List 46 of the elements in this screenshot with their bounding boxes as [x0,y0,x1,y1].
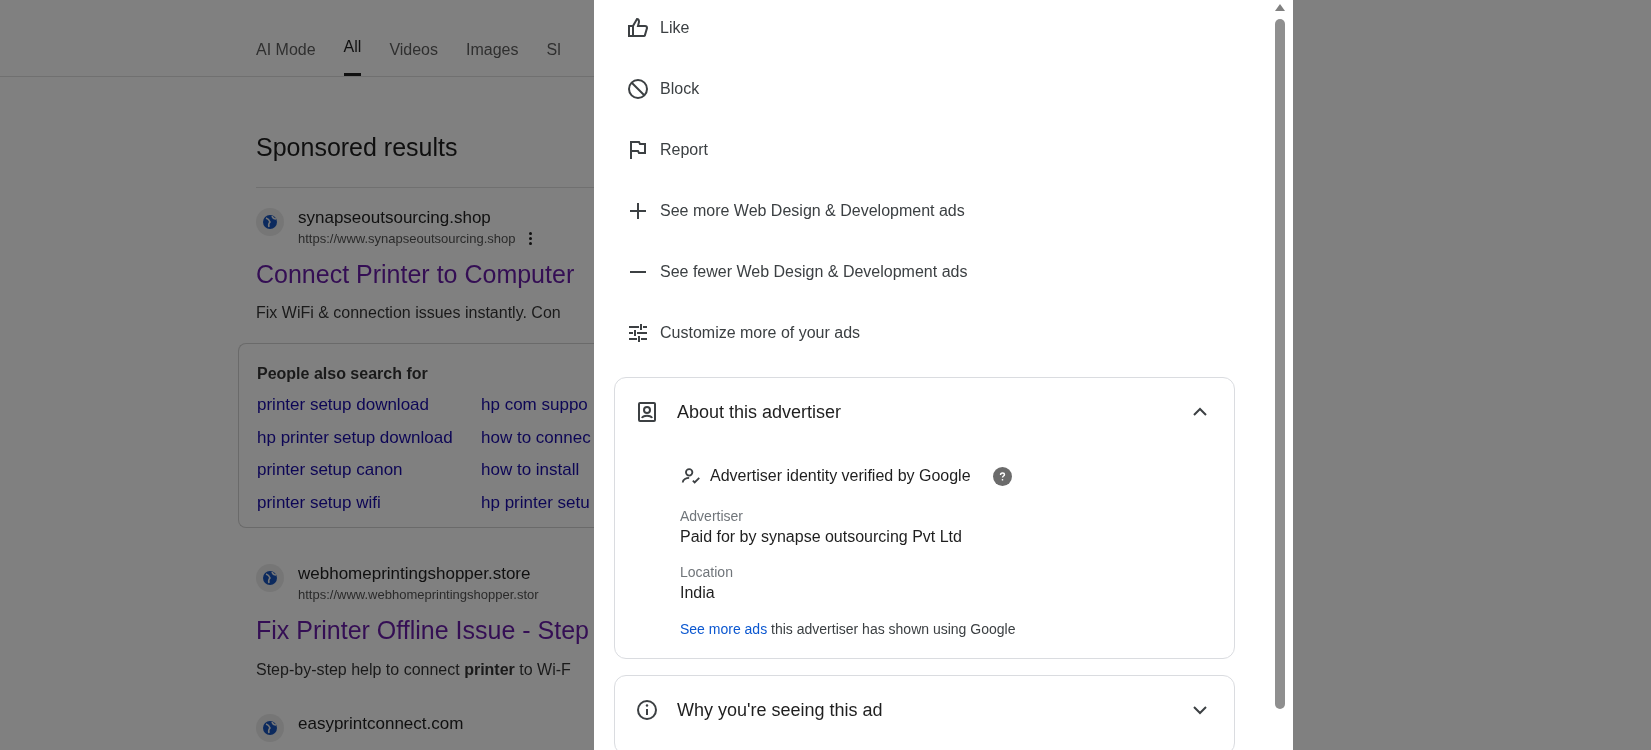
panel-title: People also search for [257,364,429,384]
section-heading: Sponsored results [256,132,459,163]
field-label: Location [680,563,734,582]
site-name: webhomeprintingshopper.store [298,563,532,585]
section-header[interactable]: Why you're seeing this ad [615,676,1234,744]
footer-text: See more ads this advertiser has shown using Google [680,620,1017,639]
globe-icon [256,564,284,592]
globe-icon [256,713,284,742]
tab[interactable]: AI Mode [256,38,316,76]
help-icon[interactable] [992,466,1012,486]
field-value: Paid for by synapse outsourcing Pvt Ltd [680,527,963,547]
verified-person-icon [680,465,702,487]
tab[interactable]: Images [466,38,519,76]
result-description: Step-by-step help to connect printer to Wi-F [256,659,572,680]
result-description: Fix WiFi & connection issues instantly. Con [256,303,562,323]
info-icon [635,698,659,722]
result-title[interactable]: Connect Printer to Computer [256,255,594,293]
result-title[interactable]: Fix Printer Offline Issue - Step [256,612,594,650]
search-link[interactable]: printer setup download [257,392,481,418]
site-name: synapseoutsourcing.shop [298,206,492,229]
site-url: https://www.webhomeprintingshopper.stor [298,586,539,604]
site-name: easyprintconnect.com [298,712,464,735]
more-options-icon[interactable] [527,232,533,245]
search-link[interactable]: how to connec [481,424,594,450]
minus-icon [630,270,646,273]
search-link[interactable]: how to install [481,457,594,483]
search-link[interactable]: hp com suppo [481,392,594,418]
search-link[interactable]: hp printer setu [481,489,594,515]
field-label: Advertiser [680,507,745,526]
see-more-ads-link[interactable]: See more ads [680,621,768,637]
site-url: https://www.synapseoutsourcing.shop [298,229,516,248]
thumbs-up-icon [626,15,650,40]
search-link[interactable]: printer setup wifi [257,489,481,515]
block-icon [626,76,650,101]
field-value: India [680,583,716,603]
tab[interactable]: All [343,35,362,76]
person-card-icon [635,400,659,424]
search-link[interactable]: printer setup canon [257,457,481,483]
tab[interactable]: Videos [389,38,438,76]
scrollbar-thumb[interactable] [1275,19,1285,709]
search-link[interactable]: hp printer setup download [257,424,481,450]
globe-icon [256,207,284,236]
section-header[interactable]: About this advertiser [615,378,1234,446]
tab[interactable]: Sl [546,38,561,76]
verified-text: Advertiser identity verified by Google [710,466,971,486]
scroll-up-icon[interactable] [1275,4,1285,11]
